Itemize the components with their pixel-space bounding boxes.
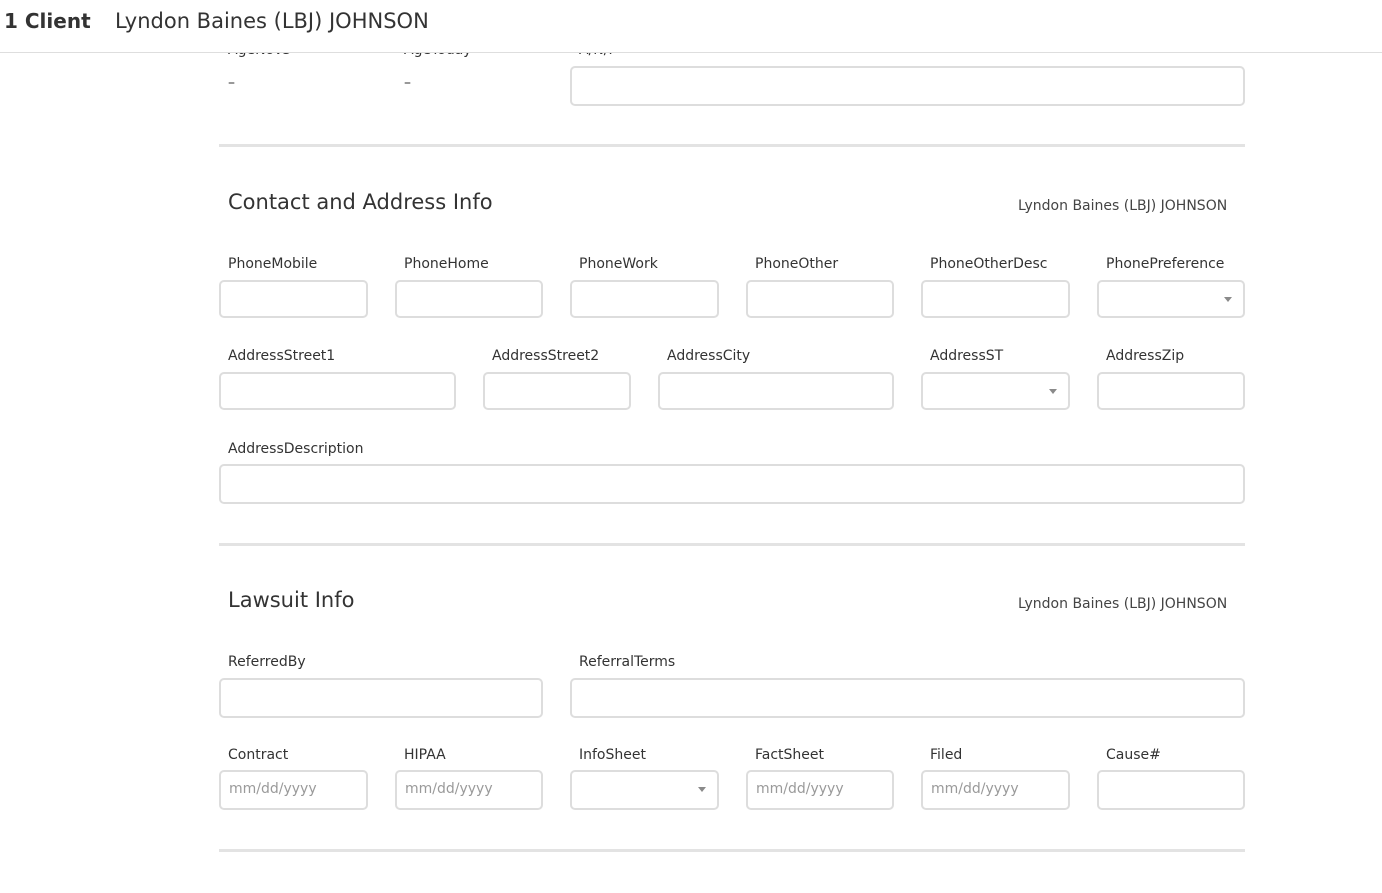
referred-by-label: ReferredBy (228, 654, 306, 670)
chevron-down-icon (698, 787, 706, 792)
info-sheet-select[interactable] (570, 770, 719, 810)
phone-work-input[interactable] (570, 280, 719, 318)
address-street1-label: AddressStreet1 (228, 348, 336, 364)
fact-sheet-label: FactSheet (755, 747, 825, 763)
phone-home-input[interactable] (395, 280, 543, 318)
phone-other-desc-input[interactable] (921, 280, 1070, 318)
contact-section-title: Contact and Address Info (228, 190, 493, 214)
filed-label: Filed (930, 747, 963, 763)
phone-preference-select[interactable] (1097, 280, 1245, 318)
referred-by-input[interactable] (219, 678, 543, 718)
section-divider (219, 849, 1245, 852)
age-today-value: – (404, 75, 411, 91)
info-sheet-label: InfoSheet (579, 747, 646, 763)
phone-other-label: PhoneOther (755, 256, 839, 272)
lawsuit-section-client-name: Lyndon Baines (LBJ) JOHNSON (1018, 596, 1228, 612)
age-nov3-value: – (228, 75, 235, 91)
phone-other-desc-label: PhoneOtherDesc (930, 256, 1048, 272)
contract-date-input[interactable]: mm/dd/yyyy (219, 770, 368, 810)
client-name-heading: Lyndon Baines (LBJ) JOHNSON (115, 9, 429, 33)
address-description-input[interactable] (219, 464, 1245, 504)
address-zip-label: AddressZip (1106, 348, 1185, 364)
address-city-label: AddressCity (667, 348, 751, 364)
cause-input[interactable] (1097, 770, 1245, 810)
section-divider (219, 543, 1245, 546)
contract-label: Contract (228, 747, 289, 763)
filed-date-input[interactable]: mm/dd/yyyy (921, 770, 1070, 810)
contact-section-client-name: Lyndon Baines (LBJ) JOHNSON (1018, 198, 1228, 214)
address-st-label: AddressST (930, 348, 1004, 364)
client-count: 1 Client (4, 9, 91, 33)
referral-terms-label: ReferralTerms (579, 654, 676, 670)
phone-preference-label: PhonePreference (1106, 256, 1225, 272)
address-city-input[interactable] (658, 372, 894, 410)
address-street1-input[interactable] (219, 372, 456, 410)
phone-work-label: PhoneWork (579, 256, 658, 272)
chevron-down-icon (1224, 297, 1232, 302)
ani-input[interactable] (570, 66, 1245, 106)
phone-other-input[interactable] (746, 280, 894, 318)
hipaa-date-input[interactable]: mm/dd/yyyy (395, 770, 543, 810)
address-street2-input[interactable] (483, 372, 631, 410)
cause-label: Cause# (1106, 747, 1161, 763)
page-header: 1 Client Lyndon Baines (LBJ) JOHNSON (0, 0, 1382, 53)
address-zip-input[interactable] (1097, 372, 1245, 410)
fact-sheet-date-input[interactable]: mm/dd/yyyy (746, 770, 894, 810)
phone-home-label: PhoneHome (404, 256, 489, 272)
hipaa-label: HIPAA (404, 747, 446, 763)
lawsuit-section-title: Lawsuit Info (228, 588, 355, 612)
address-street2-label: AddressStreet2 (492, 348, 600, 364)
section-divider (219, 144, 1245, 147)
phone-mobile-label: PhoneMobile (228, 256, 318, 272)
referral-terms-input[interactable] (570, 678, 1245, 718)
chevron-down-icon (1049, 389, 1057, 394)
address-description-label: AddressDescription (228, 441, 364, 457)
address-st-select[interactable] (921, 372, 1070, 410)
phone-mobile-input[interactable] (219, 280, 368, 318)
